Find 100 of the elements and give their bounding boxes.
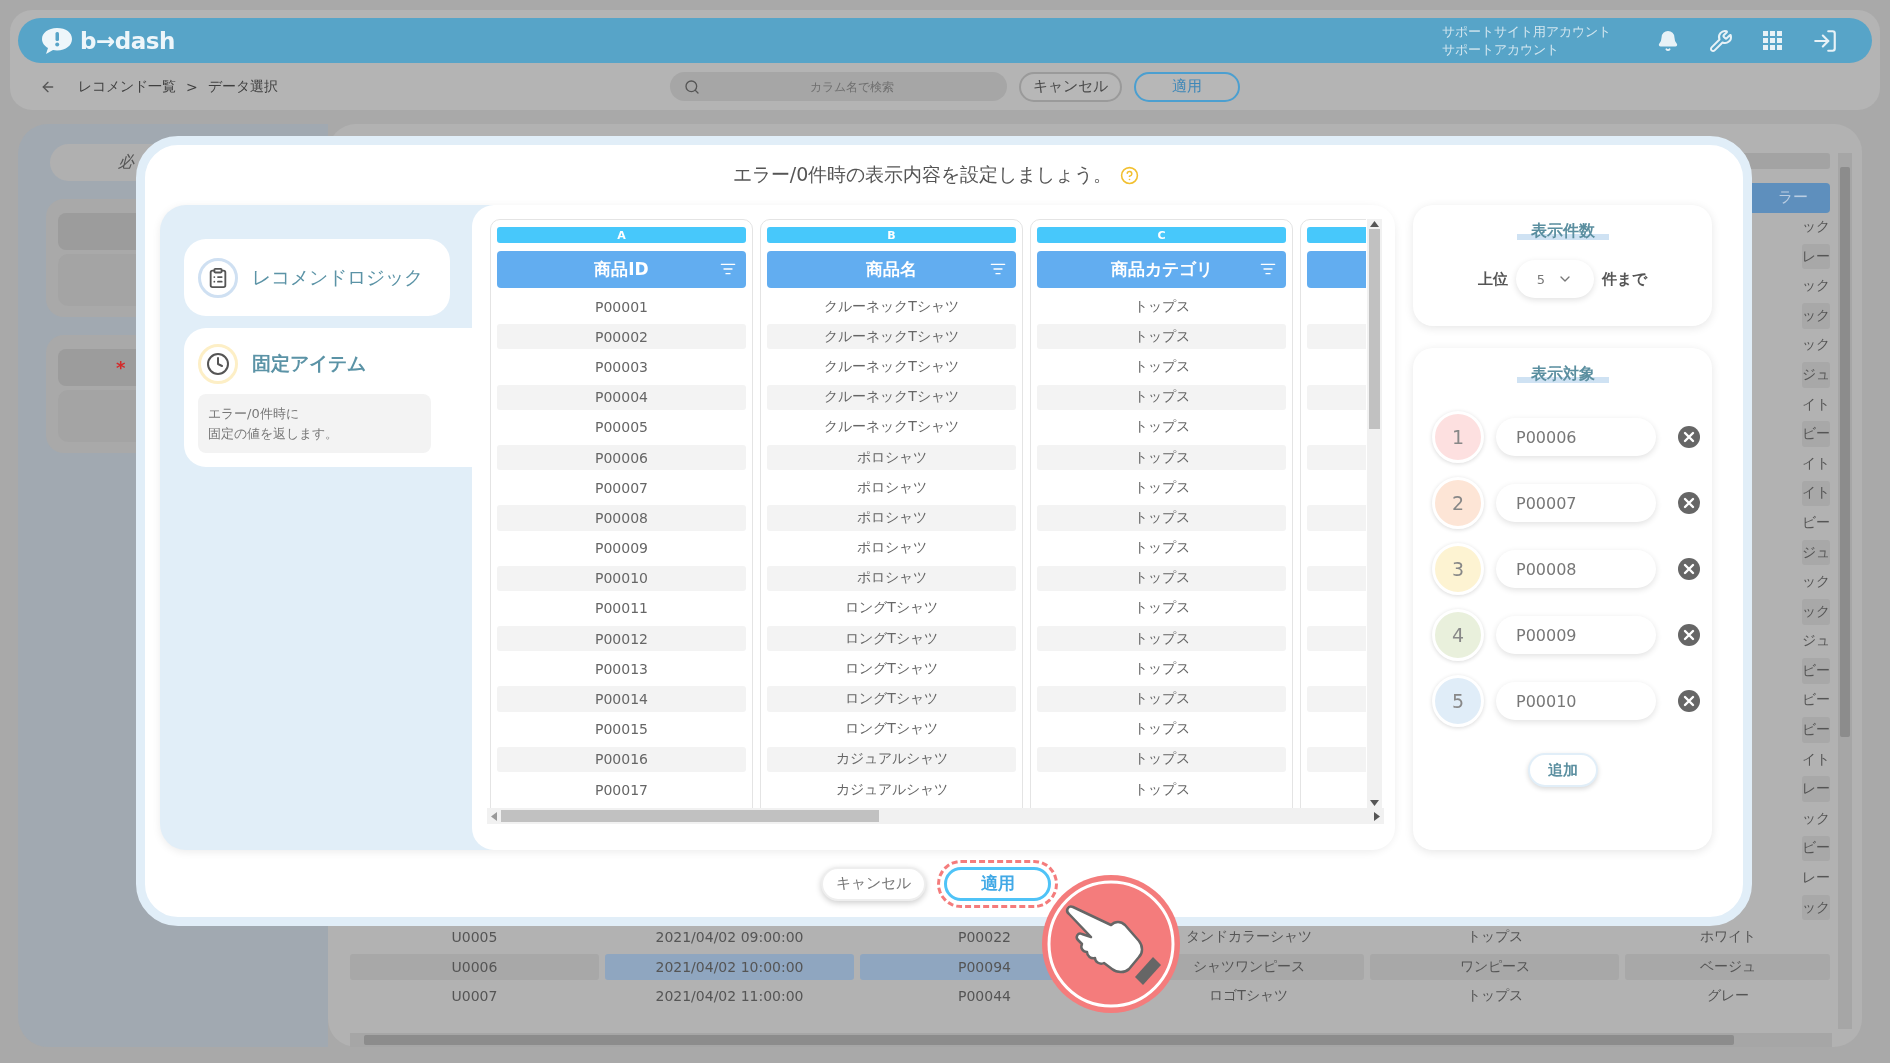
- scroll-right-icon[interactable]: [1374, 811, 1380, 821]
- remove-icon[interactable]: [1678, 624, 1700, 646]
- table-cell: クルーネックTシャツ: [767, 384, 1016, 410]
- item-id-field[interactable]: P00008: [1496, 550, 1656, 588]
- scrollbar[interactable]: [1367, 219, 1382, 808]
- remove-icon[interactable]: [1678, 690, 1700, 712]
- menu-description: 固定の値を返します。: [208, 424, 338, 443]
- table-cell: トップス: [1037, 444, 1286, 471]
- table-cell-text: ロゴTシャツ: [1208, 986, 1289, 1006]
- panel-title: 表示対象: [1516, 364, 1609, 385]
- logo-text: b→dash: [80, 27, 175, 54]
- table-cell: カジュアルシャツ: [767, 746, 1016, 772]
- scroll-thumb[interactable]: [501, 810, 879, 822]
- table-cell: ック: [1802, 302, 1830, 329]
- rank-number: 2: [1432, 477, 1484, 529]
- apply-button[interactable]: 適用: [944, 866, 1051, 901]
- count-prefix: 上位: [1478, 269, 1508, 289]
- count-suffix: 件まで: [1602, 269, 1647, 289]
- table-cell: イト: [1802, 480, 1830, 507]
- table-cell: トップス: [1037, 505, 1286, 531]
- table-cell: P00010: [497, 565, 746, 591]
- table-cell: レー: [1802, 776, 1830, 803]
- breadcrumb-link[interactable]: レコメンド一覧: [78, 77, 176, 96]
- cancel-button[interactable]: キャンセル: [1019, 71, 1122, 102]
- table-cell-text: ック: [1802, 276, 1830, 296]
- logout-icon[interactable]: [1812, 27, 1838, 54]
- item-id-field[interactable]: P00006: [1496, 418, 1656, 456]
- table-cell-text: P00044: [957, 987, 1012, 1007]
- add-button[interactable]: 追加: [1527, 753, 1598, 787]
- filter-icon[interactable]: [1260, 261, 1276, 277]
- breadcrumb-current: データ選択: [207, 77, 278, 96]
- table-cell: トップス: [1037, 686, 1286, 712]
- filter-icon[interactable]: [990, 261, 1006, 277]
- search-icon: [684, 79, 700, 95]
- table-cell: P00006: [497, 444, 746, 471]
- remove-icon[interactable]: [1678, 558, 1700, 580]
- account-text: サポートサイト用アカウント: [1442, 22, 1611, 41]
- column-header[interactable]: 商品名: [767, 251, 1016, 288]
- dialog-title: エラー/0件時の表示内容を設定しましょう。: [732, 162, 1113, 187]
- panel-title: 表示件数: [1516, 221, 1609, 242]
- table-cell: ロングTシャツ: [767, 626, 1016, 652]
- scrollbar[interactable]: [350, 1033, 1832, 1047]
- wrench-icon[interactable]: [1709, 28, 1733, 53]
- table-cell-text: 2021/04/02 09:00:00: [654, 928, 805, 948]
- table-cell-text: P00022: [957, 928, 1012, 948]
- scroll-thumb[interactable]: [1369, 228, 1380, 429]
- table-cell: P00016: [497, 746, 746, 772]
- menu-tab[interactable]: レコメンドロジック: [184, 239, 450, 316]
- table-cell: クルーネックTシャツ: [767, 324, 1016, 350]
- table-cell: ポロシャツ: [767, 505, 1016, 531]
- table-cell-text: ホワイト: [1698, 927, 1757, 947]
- scroll-down-icon[interactable]: [1370, 800, 1379, 806]
- help-icon[interactable]: [1120, 165, 1140, 185]
- table-cell: ック: [1802, 598, 1830, 625]
- table-cell-text: イト: [1802, 749, 1830, 769]
- table-cell-text: レー: [1802, 868, 1830, 888]
- scrollbar[interactable]: [487, 808, 1384, 824]
- account-text: サポートアカウント: [1442, 40, 1560, 59]
- scroll-left-icon[interactable]: [491, 811, 497, 821]
- remove-icon[interactable]: [1678, 426, 1700, 448]
- item-id-field[interactable]: P00010: [1496, 682, 1656, 720]
- table-cell: トップス: [1037, 565, 1286, 591]
- remove-icon[interactable]: [1678, 492, 1700, 514]
- item-id-field[interactable]: P00007: [1496, 484, 1656, 522]
- table-cell: ビー: [1802, 658, 1830, 684]
- logo-icon: [40, 25, 74, 56]
- column-header[interactable]: 商品カテゴリ: [1037, 251, 1286, 288]
- count-select[interactable]: 5: [1516, 260, 1594, 298]
- table-cell: ビー: [1802, 421, 1830, 447]
- table-cell-text: ジュ: [1802, 631, 1830, 651]
- menu-tab-label: 固定アイテム: [252, 351, 366, 376]
- table-cell: ポロシャツ: [767, 444, 1016, 471]
- table-cell-text: タンドカラーシャツ: [1184, 927, 1313, 947]
- bell-icon[interactable]: [1657, 29, 1679, 52]
- table-cell: ビー: [1802, 835, 1830, 862]
- item-id-field[interactable]: P00009: [1496, 616, 1656, 654]
- rank-number: 5: [1432, 675, 1484, 727]
- table-cell-text: U0007: [450, 987, 499, 1007]
- rank-number: 4: [1432, 609, 1484, 661]
- filter-icon[interactable]: [720, 261, 736, 277]
- table-cell-text: ック: [1802, 572, 1830, 592]
- table-cell: ロングTシャツ: [767, 686, 1016, 712]
- scrollbar[interactable]: [1838, 153, 1852, 1029]
- table-cell-text: ック: [1802, 335, 1830, 355]
- table-cell: レー: [1802, 243, 1830, 270]
- table-cell: ワンピース: [1370, 954, 1619, 980]
- table-cell: ジュ: [1802, 539, 1830, 566]
- column-letter: B: [767, 227, 1016, 243]
- menu-tab[interactable]: 固定アイテム エラー/0件時に 固定の値を返します。: [184, 328, 472, 467]
- table-cell: 2021/04/02 10:00:00: [605, 954, 854, 980]
- table-cell-text: イト: [1802, 394, 1830, 414]
- rank-number: 1: [1432, 411, 1484, 463]
- apps-grid-icon[interactable]: [1763, 31, 1782, 50]
- cancel-button[interactable]: キャンセル: [821, 866, 926, 901]
- table-cell-text: ック: [1802, 217, 1830, 236]
- clipboard-icon: [198, 257, 238, 298]
- table-cell: ビー: [1802, 717, 1830, 743]
- table-cell: P00014: [497, 686, 746, 712]
- table-cell: P00004: [497, 384, 746, 410]
- column-header[interactable]: 商品ID: [497, 251, 746, 288]
